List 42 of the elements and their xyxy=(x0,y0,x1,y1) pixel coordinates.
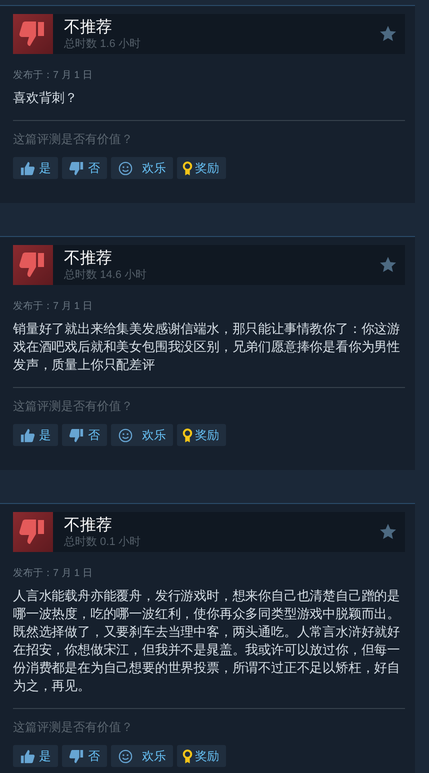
review-text: 人言水能载舟亦能覆舟，发行游戏时，想来你自己也清楚自己蹭的是哪一波热度，吃的哪一波红利，使你再众多同类型游戏中脱颖而出。既然选择做了，又要刹车去当理中客，两头通吃。人常言水浒好就好在招安，你想做宋江，但我并不是晁盖。我或许可以放过你，但每一份消费都是在为自己想要的世界投票，所谓不过正不足以矫枉，好自为之，再见。 xyxy=(13,587,402,695)
playtime-text: 总时数 1.6 小时 xyxy=(64,36,142,50)
thumbs-down-icon xyxy=(69,748,84,764)
review-text: 喜欢背刺？ xyxy=(13,89,79,107)
playtime-text: 总时数 0.1 小时 xyxy=(64,534,142,548)
no-button[interactable]: 否 xyxy=(62,745,107,767)
helpful-question: 这篇评测是否有价值？ xyxy=(13,131,134,147)
medal-icon xyxy=(182,748,193,764)
medal-icon xyxy=(182,428,193,442)
funny-button[interactable]: 欢乐 xyxy=(111,424,173,446)
post-date: 发布于：7 月 1 日 xyxy=(13,69,94,83)
post-date: 发布于：7 月 1 日 xyxy=(13,567,94,581)
thumbs-up-icon xyxy=(20,748,35,764)
medal-icon xyxy=(182,160,193,176)
review-text: 销量好了就出来给集美发感谢信端水，那只能让事情教你了：你这游戏在酒吧戏后就和美女包围我没区别，兄弟们愿意捧你是看你为男性发声，质量上你只配差评 xyxy=(13,320,402,374)
no-button[interactable]: 否 xyxy=(62,424,107,446)
no-button[interactable]: 否 xyxy=(62,157,107,179)
post-date: 发布于：7 月 1 日 xyxy=(13,300,94,314)
award-button[interactable]: 奖励 xyxy=(177,424,226,446)
smiley-icon xyxy=(118,160,133,176)
yes-button[interactable]: 是 xyxy=(13,157,58,179)
award-button[interactable]: 奖励 xyxy=(177,745,226,767)
award-button[interactable]: 奖励 xyxy=(177,157,226,179)
thumbs-up-icon xyxy=(20,428,35,442)
funny-button[interactable]: 欢乐 xyxy=(111,745,173,767)
smiley-icon xyxy=(118,428,133,442)
award-star-icon[interactable] xyxy=(379,523,397,541)
verdict-title: 不推荐 xyxy=(64,248,113,268)
funny-button[interactable]: 欢乐 xyxy=(111,157,173,179)
award-star-icon[interactable] xyxy=(379,25,397,43)
yes-button[interactable]: 是 xyxy=(13,745,58,767)
playtime-text: 总时数 14.6 小时 xyxy=(64,268,148,282)
thumbs-down-icon xyxy=(69,428,84,442)
award-star-icon[interactable] xyxy=(379,256,397,274)
helpful-question: 这篇评测是否有价值？ xyxy=(13,398,134,414)
thumbs-up-icon xyxy=(20,160,35,176)
smiley-icon xyxy=(118,748,133,764)
verdict-title: 不推荐 xyxy=(64,18,113,36)
thumbs-down-icon xyxy=(69,160,84,176)
yes-button[interactable]: 是 xyxy=(13,424,58,446)
helpful-question: 这篇评测是否有价值？ xyxy=(13,719,134,735)
verdict-title: 不推荐 xyxy=(64,516,113,534)
